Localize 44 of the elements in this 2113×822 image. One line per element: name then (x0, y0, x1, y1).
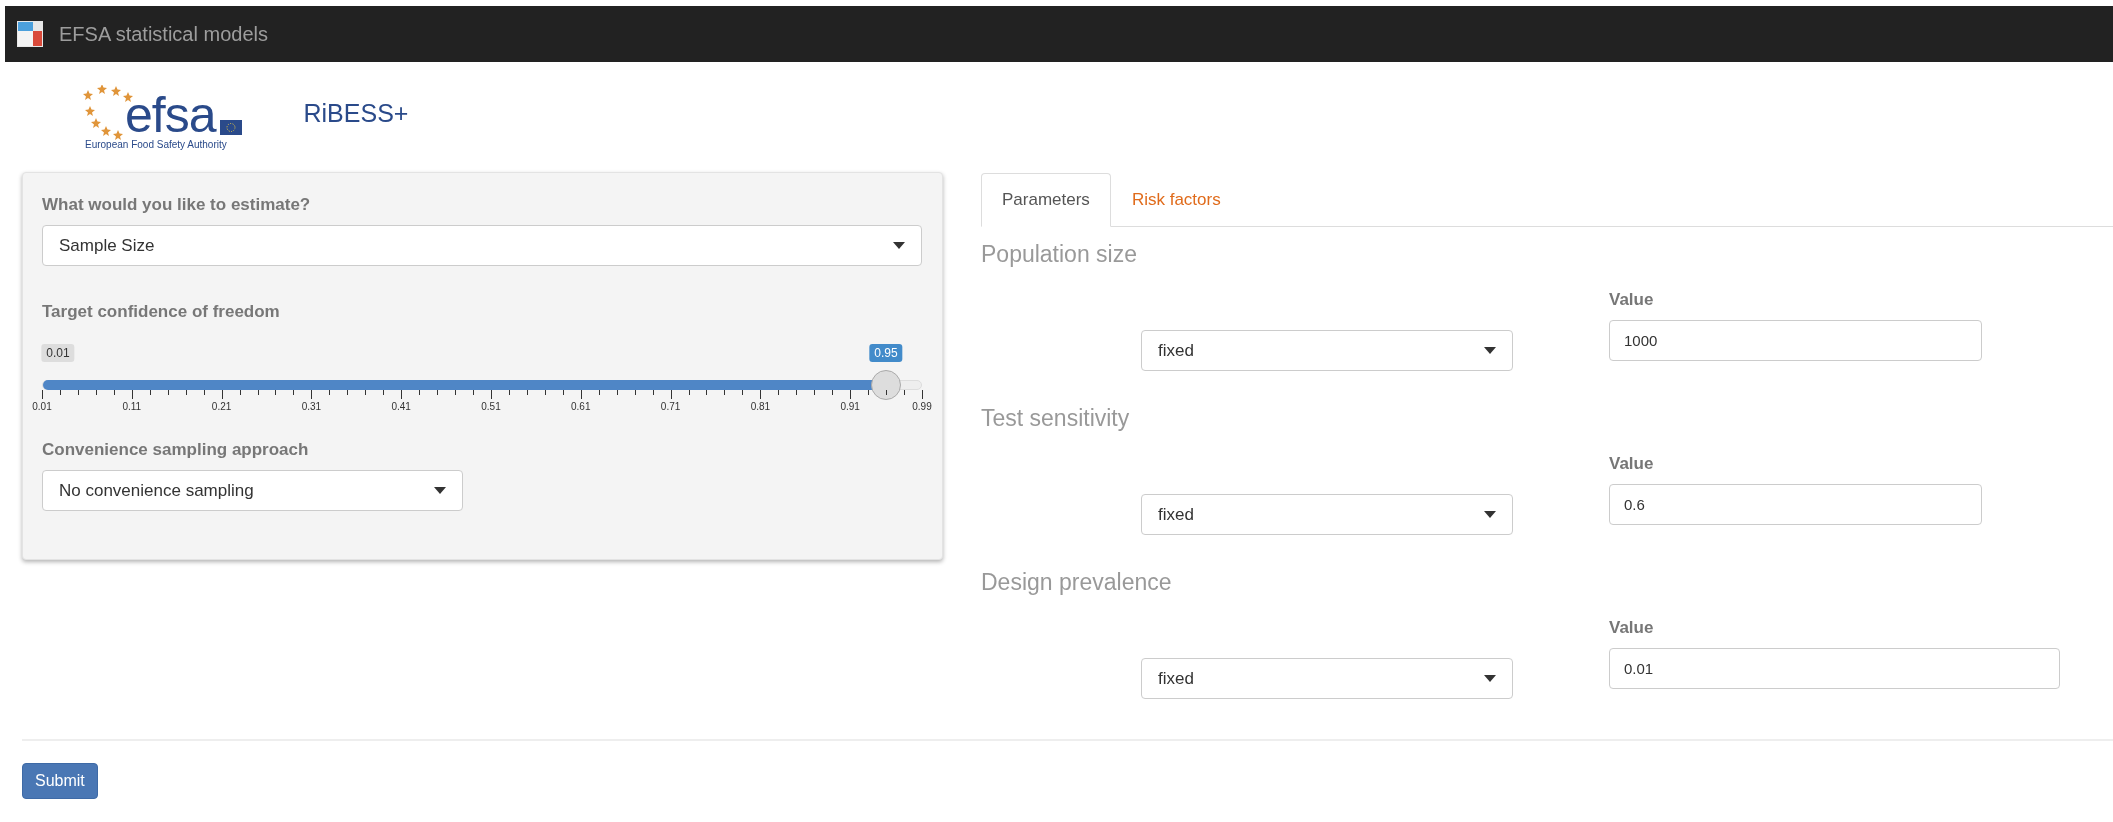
caret-icon (1484, 511, 1496, 518)
navbar-title: EFSA statistical models (59, 22, 268, 46)
tick-label: 0.21 (211, 401, 232, 412)
caret-icon (1484, 675, 1496, 682)
tab[interactable]: Parameters (981, 173, 1111, 227)
submit-button[interactable]: Submit (22, 763, 98, 799)
estimate-select[interactable]: Sample Size (42, 225, 922, 266)
value-field[interactable]: 1000 (1609, 320, 1982, 361)
tick-label: 0.11 (122, 401, 142, 412)
distribution-select[interactable]: fixed (1141, 658, 1513, 699)
tick-label: 0.01 (32, 401, 52, 412)
tick-label: 0.61 (571, 401, 591, 412)
field-label: What would you like to estimate? (42, 195, 312, 215)
tick-label: 0.91 (840, 401, 860, 412)
value-field[interactable]: 0.01 (1609, 648, 2060, 689)
caret-icon (434, 487, 446, 494)
slider-handle[interactable] (870, 370, 901, 400)
flag-icon (219, 119, 242, 135)
section-title: Population size (981, 241, 1138, 268)
logo-caption: European Food Safety Authority (85, 138, 227, 150)
tick-label: 0.71 (660, 401, 681, 412)
field-label: Value (1609, 618, 1655, 638)
section-title: Test sensitivity (981, 405, 1131, 432)
distribution-select[interactable]: fixed (1141, 330, 1513, 371)
tick-label: 0.81 (750, 401, 771, 412)
field-label: Value (1609, 454, 1655, 474)
field-label: Value (1609, 290, 1655, 310)
distribution-select[interactable]: fixed (1141, 494, 1513, 535)
caret-icon (893, 242, 905, 249)
app-name: RiBESS+ (303, 98, 409, 128)
slider-value-label: 0.95 (869, 344, 903, 362)
app-logo-icon (17, 21, 43, 47)
logo-word: efsa (125, 94, 216, 135)
caret-icon (1484, 347, 1496, 354)
slider-min-label: 0.01 (41, 344, 75, 362)
convenience-select[interactable]: No convenience sampling (42, 470, 463, 511)
tick-label: 0.31 (301, 401, 322, 412)
field-label: Convenience sampling approach (42, 440, 310, 460)
tick-label: 0.41 (391, 401, 411, 412)
value-field[interactable]: 0.6 (1609, 484, 1982, 525)
tick-label: 0.99 (912, 401, 932, 412)
field-label: Target confidence of freedom (42, 302, 281, 322)
section-title: Design prevalence (981, 569, 1173, 596)
tick-label: 0.51 (481, 401, 501, 412)
